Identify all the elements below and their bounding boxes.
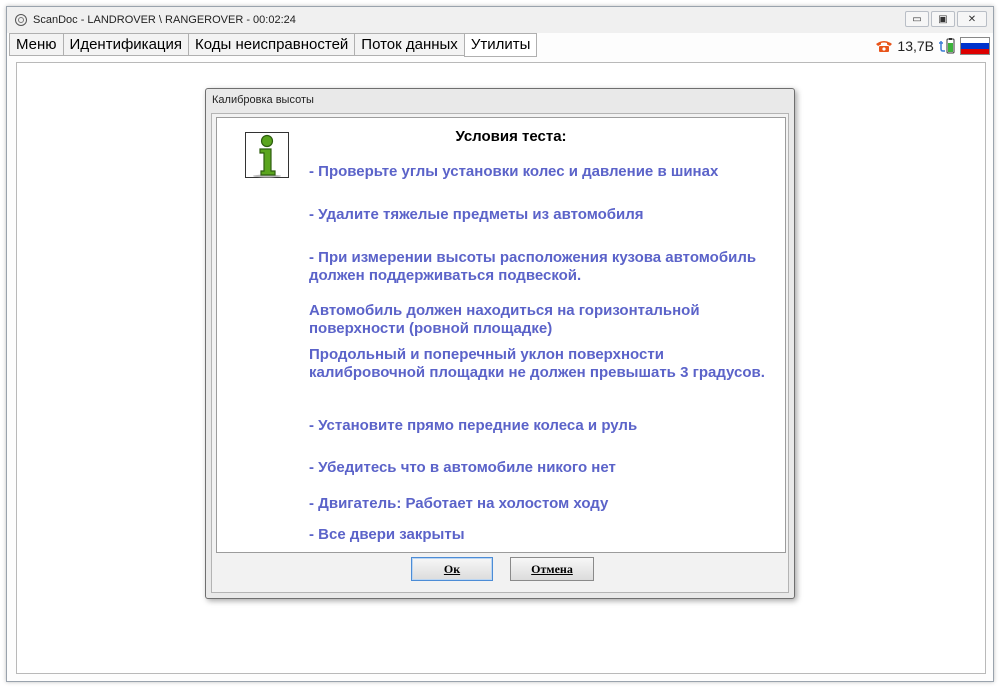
window-controls: ▭ ▣ ✕: [905, 11, 987, 27]
phone-icon: [876, 41, 893, 52]
ok-button[interactable]: Ок: [411, 557, 493, 581]
tab-bar: Меню Идентификация Коды неисправностей П…: [9, 33, 538, 57]
tab-fault-codes[interactable]: Коды неисправностей: [188, 33, 355, 56]
voltage-readout: 13,7В: [897, 38, 934, 54]
dialog-title: Калибровка высоты: [212, 94, 314, 106]
app-logo-icon: [15, 14, 27, 26]
minimize-button[interactable]: ▭: [905, 11, 929, 27]
window-title: ScanDoc - LANDROVER \ RANGEROVER - 00:02…: [33, 14, 296, 26]
condition-item: - При измерении высоты расположения кузо…: [309, 249, 757, 284]
tab-utilities[interactable]: Утилиты: [463, 33, 538, 57]
flag-stripe-red: [961, 48, 989, 54]
condition-item: - Все двери закрыты: [309, 526, 465, 543]
tab-identification[interactable]: Идентификация: [62, 33, 189, 56]
battery-charging-icon: [939, 38, 955, 54]
flag-russia-icon[interactable]: [960, 37, 990, 55]
condition-item: Автомобиль должен находиться на горизонт…: [309, 302, 700, 337]
dialog-body: Условия теста: - Проверьте углы установк…: [216, 117, 786, 553]
condition-item: - Двигатель: Работает на холостом ходу: [309, 495, 609, 512]
status-area: 13,7В: [875, 36, 990, 56]
condition-item: - Удалите тяжелые предметы из автомобиля: [309, 206, 644, 223]
tab-data-stream[interactable]: Поток данных: [354, 33, 464, 56]
restore-button[interactable]: ▣: [931, 11, 955, 27]
title-bar: ScanDoc - LANDROVER \ RANGEROVER - 00:02…: [7, 7, 993, 33]
cancel-button[interactable]: Отмена: [510, 557, 594, 581]
tab-menu[interactable]: Меню: [9, 33, 63, 56]
test-conditions-heading: Условия теста:: [455, 128, 567, 145]
close-button[interactable]: ✕: [957, 11, 987, 27]
condition-item: - Установите прямо передние колеса и рул…: [309, 417, 638, 434]
condition-item: - Убедитесь что в автомобиле никого нет: [309, 459, 616, 476]
condition-item: - Проверьте углы установки колес и давле…: [309, 163, 719, 180]
condition-item: Продольный и поперечный уклон поверхност…: [309, 346, 765, 381]
calibration-dialog: Калибровка высоты Условия теста: - Прове…: [205, 88, 795, 599]
